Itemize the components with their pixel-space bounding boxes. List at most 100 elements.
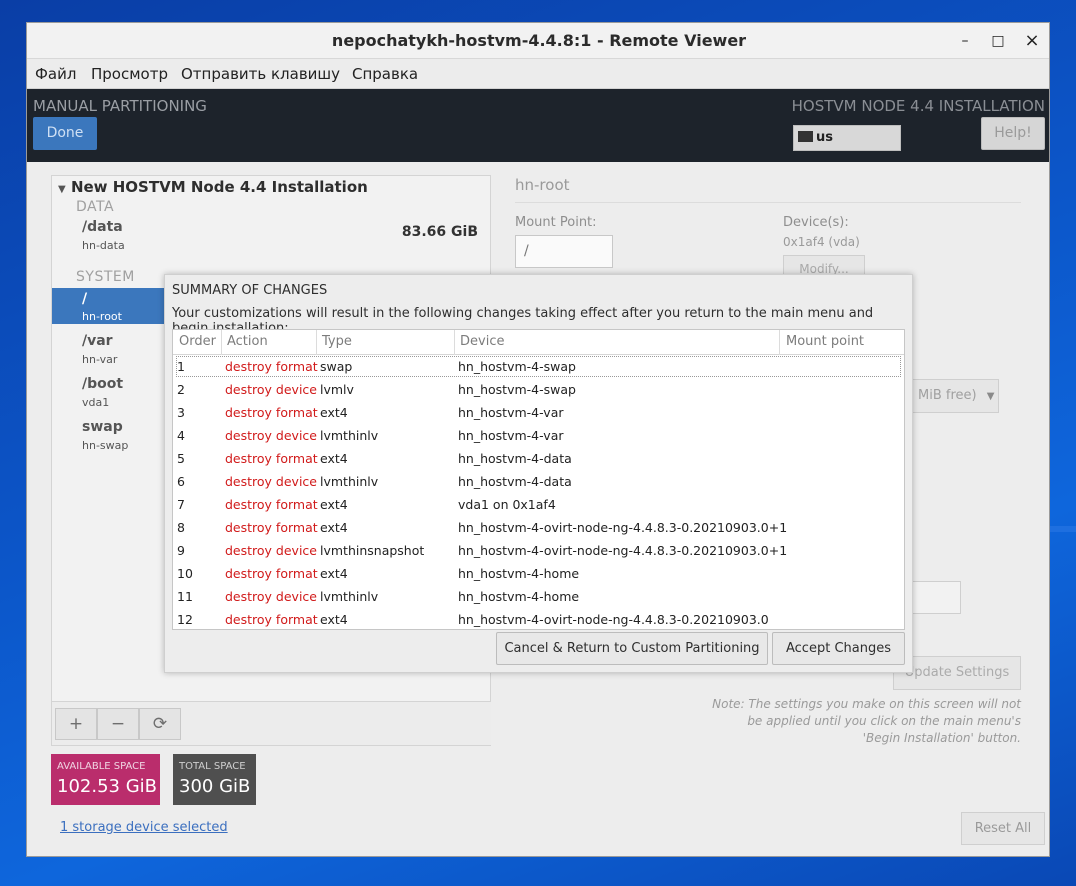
cell-action: destroy format [225,566,318,581]
accept-changes-button[interactable]: Accept Changes [772,632,905,665]
mount-device: hn-var [82,353,118,366]
installer-header: MANUAL PARTITIONING Done HOSTVM NODE 4.4… [27,89,1049,162]
section-data: DATA [76,199,115,215]
column-action[interactable]: Action [227,334,268,349]
table-row[interactable]: 10 destroy format ext4 hn_hostvm-4-home [173,562,904,585]
done-button[interactable]: Done [33,117,97,150]
menu-help[interactable]: Справка [352,65,418,83]
cell-device: hn_hostvm-4-ovirt-node-ng-4.4.8.3-0.2021… [458,520,788,535]
cell-type: ext4 [320,405,348,420]
storage-device-link[interactable]: 1 storage device selected [60,820,228,835]
table-row[interactable]: 4 destroy device lvmthinlv hn_hostvm-4-var [173,424,904,447]
mount-toolbar: + − ⟳ [52,701,491,745]
title-bar[interactable]: nepochatykh-hostvm-4.4.8:1 - Remote View… [27,23,1049,59]
cell-device: hn_hostvm-4-home [458,589,580,604]
table-row[interactable]: 3 destroy format ext4 hn_hostvm-4-var [173,401,904,424]
mount-name: /boot [82,376,124,392]
cell-action: destroy format [225,612,318,627]
maximize-icon[interactable]: □ [987,30,1009,52]
table-row[interactable]: 8 destroy format ext4 hn_hostvm-4-ovirt-nod… [173,516,904,539]
cell-action: destroy device [225,428,317,443]
cell-type: ext4 [320,566,348,581]
cell-type: lvmlv [320,382,354,397]
table-row[interactable]: 6 destroy device lvmthinlv hn_hostvm-4-data [173,470,904,493]
column-divider [454,330,455,355]
chevron-down-icon: ▼ [986,391,995,402]
column-type[interactable]: Type [322,334,352,349]
cell-order: 4 [177,428,185,443]
column-divider [221,330,222,355]
available-space-box: AVAILABLE SPACE 102.53 GiB [51,754,160,805]
menu-view[interactable]: Просмотр [91,65,168,83]
table-row[interactable]: 2 destroy device lvmlv hn_hostvm-4-swap [173,378,904,401]
total-space-label: TOTAL SPACE [179,761,246,772]
desktop-accent [1050,526,1076,532]
cell-order: 11 [177,589,193,604]
total-space-value: 300 GiB [179,776,251,797]
cell-device: hn_hostvm-4-var [458,405,564,420]
cell-order: 7 [177,497,185,512]
cell-action: destroy device [225,543,317,558]
cell-device: vda1 on 0x1af4 [458,497,556,512]
cell-device: hn_hostvm-4-swap [458,359,576,374]
available-space-label: AVAILABLE SPACE [57,761,146,772]
cell-type: ext4 [320,612,348,627]
volume-group-select-text: MiB free) [918,388,977,403]
changes-table[interactable]: Order Action Type Device Mount point 1 de… [172,329,905,630]
cell-order: 5 [177,451,185,466]
keyboard-layout-indicator[interactable]: us [793,125,901,151]
cell-type: lvmthinlv [320,474,379,489]
volume-group-select[interactable]: MiB free) ▼ [899,379,999,413]
cell-type: swap [320,359,353,374]
devices-label: Device(s): [783,215,849,230]
summary-of-changes-dialog: SUMMARY OF CHANGES Your customizations w… [164,274,913,673]
product-title: HOSTVM NODE 4.4 INSTALLATION [791,97,1045,115]
minimize-icon[interactable]: – [954,30,976,52]
selected-mount-title: hn-root [515,176,570,194]
dialog-title: SUMMARY OF CHANGES [172,283,328,298]
reset-all-button[interactable]: Reset All [961,812,1045,845]
refresh-icon[interactable]: ⟳ [139,708,181,740]
window-title: nepochatykh-hostvm-4.4.8:1 - Remote View… [331,31,747,50]
available-space-value: 102.53 GiB [57,776,158,797]
remove-mount-button[interactable]: − [97,708,139,740]
close-icon[interactable]: × [1021,30,1043,52]
cell-order: 10 [177,566,193,581]
keyboard-layout-label: us [816,130,833,145]
installation-group-title[interactable]: ▼ New HOSTVM Node 4.4 Installation [58,178,368,196]
cell-action: destroy device [225,589,317,604]
mount-name: swap [82,419,123,435]
table-row[interactable]: 5 destroy format ext4 hn_hostvm-4-data [173,447,904,470]
column-order[interactable]: Order [179,334,216,349]
spoke-title: MANUAL PARTITIONING [33,97,207,115]
cell-order: 12 [177,612,193,627]
cancel-return-button[interactable]: Cancel & Return to Custom Partitioning [496,632,768,665]
column-mount-point[interactable]: Mount point [786,334,864,349]
cell-order: 6 [177,474,185,489]
table-row[interactable]: 12 destroy format ext4 hn_hostvm-4-ovirt-no… [173,608,904,629]
installation-title: New HOSTVM Node 4.4 Installation [70,178,368,196]
cell-action: destroy format [225,451,318,466]
column-divider [316,330,317,355]
cell-device: hn_hostvm-4-ovirt-node-ng-4.4.8.3-0.2021… [458,612,769,627]
menu-file[interactable]: Файл [35,65,76,83]
help-button[interactable]: Help! [981,117,1045,150]
settings-note: Note: The settings you make on this scre… [712,697,1021,745]
cell-type: ext4 [320,497,348,512]
add-mount-button[interactable]: + [55,708,97,740]
cell-type: lvmthinlv [320,428,379,443]
expander-icon[interactable]: ▼ [58,184,66,195]
table-header: Order Action Type Device Mount point [173,330,904,355]
table-row[interactable]: 7 destroy format ext4 vda1 on 0x1af4 [173,493,904,516]
table-row[interactable]: 11 destroy device lvmthinlv hn_hostvm-4-hom… [173,585,904,608]
table-row[interactable]: 1 destroy format swap hn_hostvm-4-swap [175,355,902,378]
cell-order: 3 [177,405,185,420]
mount-name: /data [82,219,123,235]
cell-type: lvmthinsnapshot [320,543,425,558]
cell-device: hn_hostvm-4-var [458,428,564,443]
cell-type: ext4 [320,520,348,535]
table-row[interactable]: 9 destroy device lvmthinsnapshot hn_hostvm-… [173,539,904,562]
column-device[interactable]: Device [460,334,504,349]
mount-point-input[interactable]: / [515,235,613,268]
menu-send-key[interactable]: Отправить клавишу [181,65,340,83]
